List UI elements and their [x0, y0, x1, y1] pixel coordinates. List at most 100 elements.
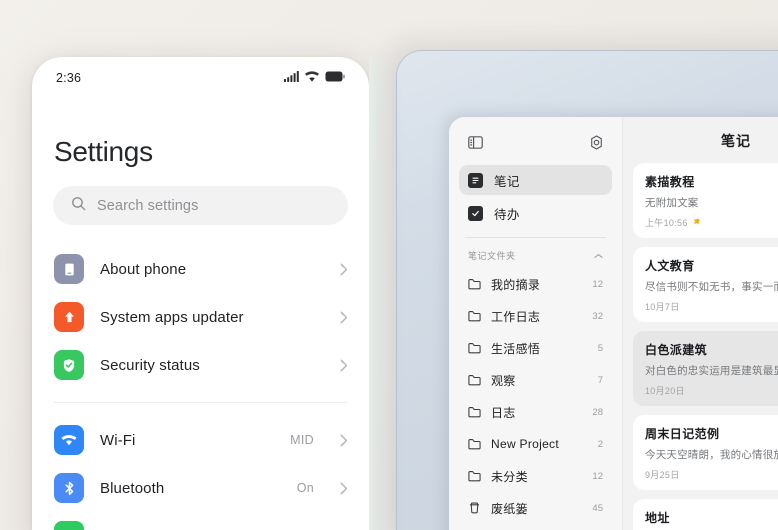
note-meta: 9月25日 [645, 468, 778, 481]
phone-edge-shadow [369, 57, 396, 530]
folder-row[interactable]: 生活感悟 5 [459, 332, 612, 364]
folder-icon [468, 342, 481, 354]
sim-card-icon [54, 521, 84, 530]
phone-device: 2:36 Settings Search settings About phon… [32, 57, 369, 530]
note-preview: 今天天空晴朗，我的心情很放松，… [645, 449, 778, 461]
settings-row-label: Bluetooth [100, 479, 165, 497]
folder-row[interactable]: 我的摘录 12 [459, 268, 612, 300]
folders-section-header[interactable]: 笔记文件夹 [459, 242, 612, 268]
arrow-up-icon [54, 302, 84, 332]
folder-count: 2 [597, 438, 603, 450]
folder-row[interactable]: 日志 28 [459, 396, 612, 428]
notes-sidebar: 笔记 待办 笔记文件夹 我的摘录 12 工作日志 32 生活感悟 5 观察 7 … [449, 117, 622, 530]
notes-list-panel: 笔记 素描教程无附加文案上午10:56 人文教育尽信书则不如无书，事实一而再再而…… [622, 117, 778, 530]
folder-name: 观察 [491, 373, 516, 388]
note-title: 周末日记范例 [645, 427, 720, 441]
tablet-screen: 笔记 待办 笔记文件夹 我的摘录 12 工作日志 32 生活感悟 5 观察 7 … [449, 117, 778, 530]
folder-row[interactable]: 工作日志 32 [459, 300, 612, 332]
settings-row-security-status[interactable]: Security status [32, 341, 369, 389]
folder-name: New Project [491, 437, 559, 451]
note-preview: 无附加文案 [645, 197, 699, 209]
settings-list: About phone System apps updater Security s… [32, 225, 369, 530]
signal-bars-icon [284, 69, 299, 87]
search-icon [71, 196, 86, 216]
folder-row[interactable]: 观察 7 [459, 364, 612, 396]
folder-icon [468, 438, 481, 450]
note-date: 10月20日 [645, 386, 685, 396]
folder-name: 我的摘录 [491, 277, 541, 292]
note-meta: 上午10:56 [645, 216, 778, 229]
note-meta: 10月20日 [645, 384, 778, 397]
settings-group-primary: About phone System apps updater Security s… [32, 245, 369, 389]
folder-icon [468, 374, 481, 386]
note-title: 白色派建筑 [645, 343, 708, 357]
settings-row-value: MID [290, 433, 314, 447]
folder-name: 废纸篓 [491, 501, 528, 516]
note-preview: 对白色的忠实运用是建筑最显著… [645, 365, 778, 377]
search-placeholder: Search settings [97, 197, 199, 214]
wifi-icon [54, 425, 84, 455]
battery-icon [325, 69, 345, 87]
settings-group-divider [54, 402, 347, 403]
chevron-right-icon[interactable] [340, 311, 348, 324]
folder-name: 日志 [491, 405, 516, 420]
status-icons [284, 69, 345, 87]
folder-count: 7 [597, 374, 603, 386]
notes-icon [468, 172, 483, 188]
settings-row-mobile-networks[interactable]: Mobile networks [32, 512, 369, 530]
folder-count: 5 [597, 342, 603, 354]
tablet-device: 笔记 待办 笔记文件夹 我的摘录 12 工作日志 32 生活感悟 5 观察 7 … [396, 50, 778, 530]
sidebar-item-notes[interactable]: 笔记 [459, 165, 612, 195]
chevron-right-icon[interactable] [340, 359, 348, 372]
note-card[interactable]: 白色派建筑对白色的忠实运用是建筑最显著… 10月20日 [633, 331, 778, 406]
settings-row-value: On [296, 481, 314, 495]
note-card[interactable]: 素描教程无附加文案上午10:56 [633, 163, 778, 238]
folder-name: 未分类 [491, 469, 528, 484]
sidebar-item-notes-label: 笔记 [494, 174, 520, 189]
folder-count: 12 [592, 470, 603, 482]
folder-icon [468, 310, 481, 322]
settings-group-connectivity: Wi-Fi MID Bluetooth On Mobile networks [32, 416, 369, 530]
bluetooth-icon [54, 473, 84, 503]
folder-name: 工作日志 [491, 309, 541, 324]
chevron-right-icon[interactable] [340, 263, 348, 276]
gear-icon[interactable] [586, 132, 606, 152]
note-card[interactable]: 周末日记范例今天天空晴朗，我的心情很放松，… 9月25日 [633, 415, 778, 490]
chevron-right-icon[interactable] [340, 482, 348, 495]
notes-list-title: 笔记 [721, 133, 751, 149]
folder-icon [468, 278, 481, 290]
note-meta: 10月7日 [645, 300, 778, 313]
status-bar: 2:36 [32, 57, 369, 93]
folder-icon [468, 406, 481, 418]
folder-count: 28 [592, 406, 603, 418]
folder-row[interactable]: New Project 2 [459, 428, 612, 460]
settings-row-label: Security status [100, 356, 200, 374]
note-date: 10月7日 [645, 302, 680, 312]
note-title: 地址 [645, 511, 670, 525]
folder-count: 32 [592, 310, 603, 322]
folder-count: 45 [592, 502, 603, 514]
wifi-icon [305, 69, 319, 87]
folder-row[interactable]: 废纸篓 45 [459, 492, 612, 524]
folders-section-label: 笔记文件夹 [468, 250, 516, 261]
folder-row[interactable]: 未分类 12 [459, 460, 612, 492]
settings-row-about-phone[interactable]: About phone [32, 245, 369, 293]
pin-icon [693, 217, 701, 228]
settings-row-system-apps-updater[interactable]: System apps updater [32, 293, 369, 341]
sidebar-item-todo[interactable]: 待办 [459, 198, 612, 228]
panel-toggle-icon[interactable] [465, 132, 485, 152]
note-card[interactable]: 人文教育尽信书则不如无书，事实一而再再而… 10月7日 [633, 247, 778, 322]
note-cards-container: 素描教程无附加文案上午10:56 人文教育尽信书则不如无书，事实一而再再而… 10月… [633, 163, 778, 530]
note-title: 素描教程 [645, 175, 695, 189]
settings-row-bluetooth[interactable]: Bluetooth On [32, 464, 369, 512]
folder-list: 我的摘录 12 工作日志 32 生活感悟 5 观察 7 日志 28 New Project 2 未分类 1… [459, 268, 612, 524]
chevron-right-icon[interactable] [340, 434, 348, 447]
folder-name: 生活感悟 [491, 341, 541, 356]
note-card[interactable]: 地址新颐南大街BHG Mall北京华联颐文…9月20日 [633, 499, 778, 530]
page-title: Settings [54, 136, 153, 167]
shield-check-icon [54, 350, 84, 380]
search-input[interactable]: Search settings [53, 186, 348, 225]
sidebar-item-todo-label: 待办 [494, 207, 520, 222]
settings-row-wi-fi[interactable]: Wi-Fi MID [32, 416, 369, 464]
chevron-up-icon[interactable] [594, 246, 603, 264]
